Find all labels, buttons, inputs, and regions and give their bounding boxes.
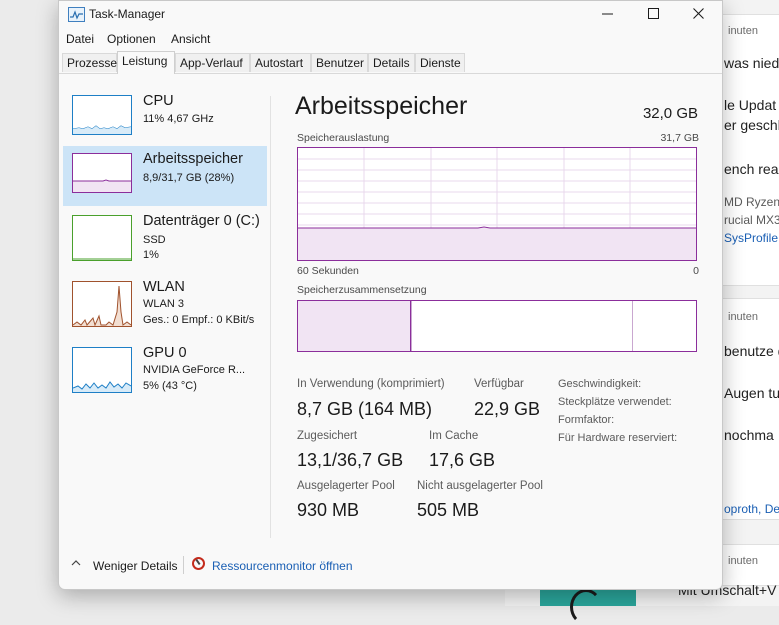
tab-autostart[interactable]: Autostart <box>250 53 311 72</box>
open-resource-monitor-link[interactable]: Ressourcenmonitor öffnen <box>212 559 353 573</box>
bg-time: inuten <box>728 555 758 567</box>
in-use-label: In Verwendung (komprimiert) <box>297 378 445 390</box>
bg-time: inuten <box>728 25 758 37</box>
available-value: 22,9 GB <box>474 399 541 419</box>
tab-strip: Prozesse Leistung App-Verlauf Autostart … <box>59 51 722 74</box>
perf-item-line1: 11% 4,67 GHz <box>143 113 214 125</box>
in-use-value: 8,7 GB (164 MB) <box>297 399 433 419</box>
footer-divider <box>183 556 184 574</box>
minimize-icon <box>602 13 613 15</box>
task-manager-window: Task-Manager Datei Optionen Ansicht Proz… <box>58 0 723 590</box>
composition-in-use <box>298 301 411 351</box>
menu-datei[interactable]: Datei <box>66 32 94 46</box>
tab-dienste[interactable]: Dienste <box>415 53 465 72</box>
detail-total-memory: 32,0 GB <box>642 105 698 122</box>
form-factor-label: Formfaktor: <box>558 414 615 426</box>
wlan-thumbnail-graph <box>72 281 132 327</box>
maximize-button[interactable] <box>631 1 677 27</box>
maximize-icon <box>648 8 659 19</box>
perf-item-memory[interactable]: Arbeitsspeicher 8,9/31,7 GB (28%) <box>63 146 267 206</box>
perf-item-cpu[interactable]: CPU 11% 4,67 GHz <box>63 88 267 148</box>
perf-item-line1: 8,9/31,7 GB (28%) <box>143 172 235 184</box>
composition-standby-edge <box>632 301 633 351</box>
speed-label: Geschwindigkeit: <box>558 378 642 390</box>
perf-item-line1: WLAN 3 <box>143 298 184 310</box>
usage-graph-max: 31,7 GB <box>660 132 699 144</box>
perf-item-title: Datenträger 0 (C:) <box>143 213 260 229</box>
tab-benutzer[interactable]: Benutzer <box>311 53 368 72</box>
perf-item-disk[interactable]: Datenträger 0 (C:) SSD 1% <box>63 208 267 268</box>
paged-pool-value: 930 MB <box>297 500 360 520</box>
footer: Weniger Details Ressourcenmonitor öffnen <box>59 549 722 581</box>
minimize-button[interactable] <box>585 1 631 27</box>
graph-time-right: 0 <box>693 265 699 277</box>
composition-modified <box>411 301 412 351</box>
tab-leistung[interactable]: Leistung <box>117 51 175 74</box>
menu-optionen[interactable]: Optionen <box>107 32 156 46</box>
perf-item-title: Arbeitsspeicher <box>143 151 243 167</box>
bg-text: benutze d <box>724 343 779 359</box>
memory-composition-bar <box>297 300 697 352</box>
perf-item-title: GPU 0 <box>143 345 187 361</box>
committed-label: Zugesichert <box>297 430 358 442</box>
window-title: Task-Manager <box>89 7 166 21</box>
bg-text: ench reag <box>724 161 779 177</box>
menu-ansicht[interactable]: Ansicht <box>171 32 210 46</box>
composition-label: Speicherzusammensetzung <box>297 284 427 296</box>
perf-item-line2: Ges.: 0 Empf.: 0 KBit/s <box>143 314 255 326</box>
perf-item-line1: SSD <box>143 234 166 246</box>
committed-value: 13,1/36,7 GB <box>297 450 404 470</box>
bg-text: le Updat <box>724 97 777 113</box>
bg-text: er geschl <box>724 117 779 133</box>
perf-item-title: WLAN <box>143 279 185 295</box>
slots-used-label: Steckplätze verwendet: <box>558 396 672 408</box>
nonpaged-pool-label: Nicht ausgelagerter Pool <box>417 480 543 492</box>
memory-thumbnail-graph <box>72 153 132 193</box>
perf-item-line2: 1% <box>143 249 159 261</box>
nonpaged-pool-value: 505 MB <box>417 500 480 520</box>
bg-link[interactable]: oproth, Der <box>724 502 779 516</box>
bg-text: Augen tu <box>724 385 779 401</box>
available-label: Verfügbar <box>474 378 524 390</box>
tab-app-verlauf[interactable]: App-Verlauf <box>175 53 250 72</box>
usage-graph-label: Speicherauslastung <box>297 132 390 144</box>
perf-item-title: CPU <box>143 93 174 109</box>
bg-text: rucial MX30 <box>724 213 779 227</box>
cpu-thumbnail-graph <box>72 95 132 135</box>
tab-prozesse[interactable]: Prozesse <box>62 53 117 72</box>
graph-time-left: 60 Sekunden <box>297 265 359 277</box>
bg-text: nochma <box>724 427 774 443</box>
perf-item-line1: NVIDIA GeForce R... <box>143 364 246 376</box>
hardware-reserved-label: Für Hardware reserviert: <box>558 432 678 444</box>
close-icon <box>693 8 704 19</box>
performance-list: CPU 11% 4,67 GHz Arbeitsspeicher 8,9/31,… <box>59 74 271 544</box>
paged-pool-label: Ausgelagerter Pool <box>297 480 395 492</box>
close-button[interactable] <box>676 1 722 27</box>
tab-details[interactable]: Details <box>368 53 415 72</box>
bg-time: inuten <box>728 311 758 323</box>
pane-divider <box>270 96 271 538</box>
cached-value: 17,6 GB <box>429 450 496 470</box>
bg-text: was niedr <box>724 55 779 71</box>
perf-item-line2: 5% (43 °C) <box>143 380 197 392</box>
resource-monitor-icon <box>192 557 205 570</box>
menu-bar: Datei Optionen Ansicht <box>59 29 722 49</box>
title-bar[interactable]: Task-Manager <box>59 1 722 27</box>
bg-text: MD Ryzen 7 <box>724 195 779 209</box>
gpu-thumbnail-graph <box>72 347 132 393</box>
fewer-details-button[interactable]: Weniger Details <box>93 559 177 573</box>
cached-label: Im Cache <box>429 430 479 442</box>
bg-link[interactable]: SysProfile <box>724 231 778 245</box>
perf-item-gpu[interactable]: GPU 0 NVIDIA GeForce R... 5% (43 °C) <box>63 340 267 400</box>
detail-title: Arbeitsspeicher <box>295 92 468 120</box>
memory-usage-graph <box>297 147 697 261</box>
perf-item-wlan[interactable]: WLAN WLAN 3 Ges.: 0 Empf.: 0 KBit/s <box>63 274 267 334</box>
disk-thumbnail-graph <box>72 215 132 261</box>
chevron-up-icon[interactable] <box>71 559 81 567</box>
task-manager-icon <box>68 7 85 22</box>
